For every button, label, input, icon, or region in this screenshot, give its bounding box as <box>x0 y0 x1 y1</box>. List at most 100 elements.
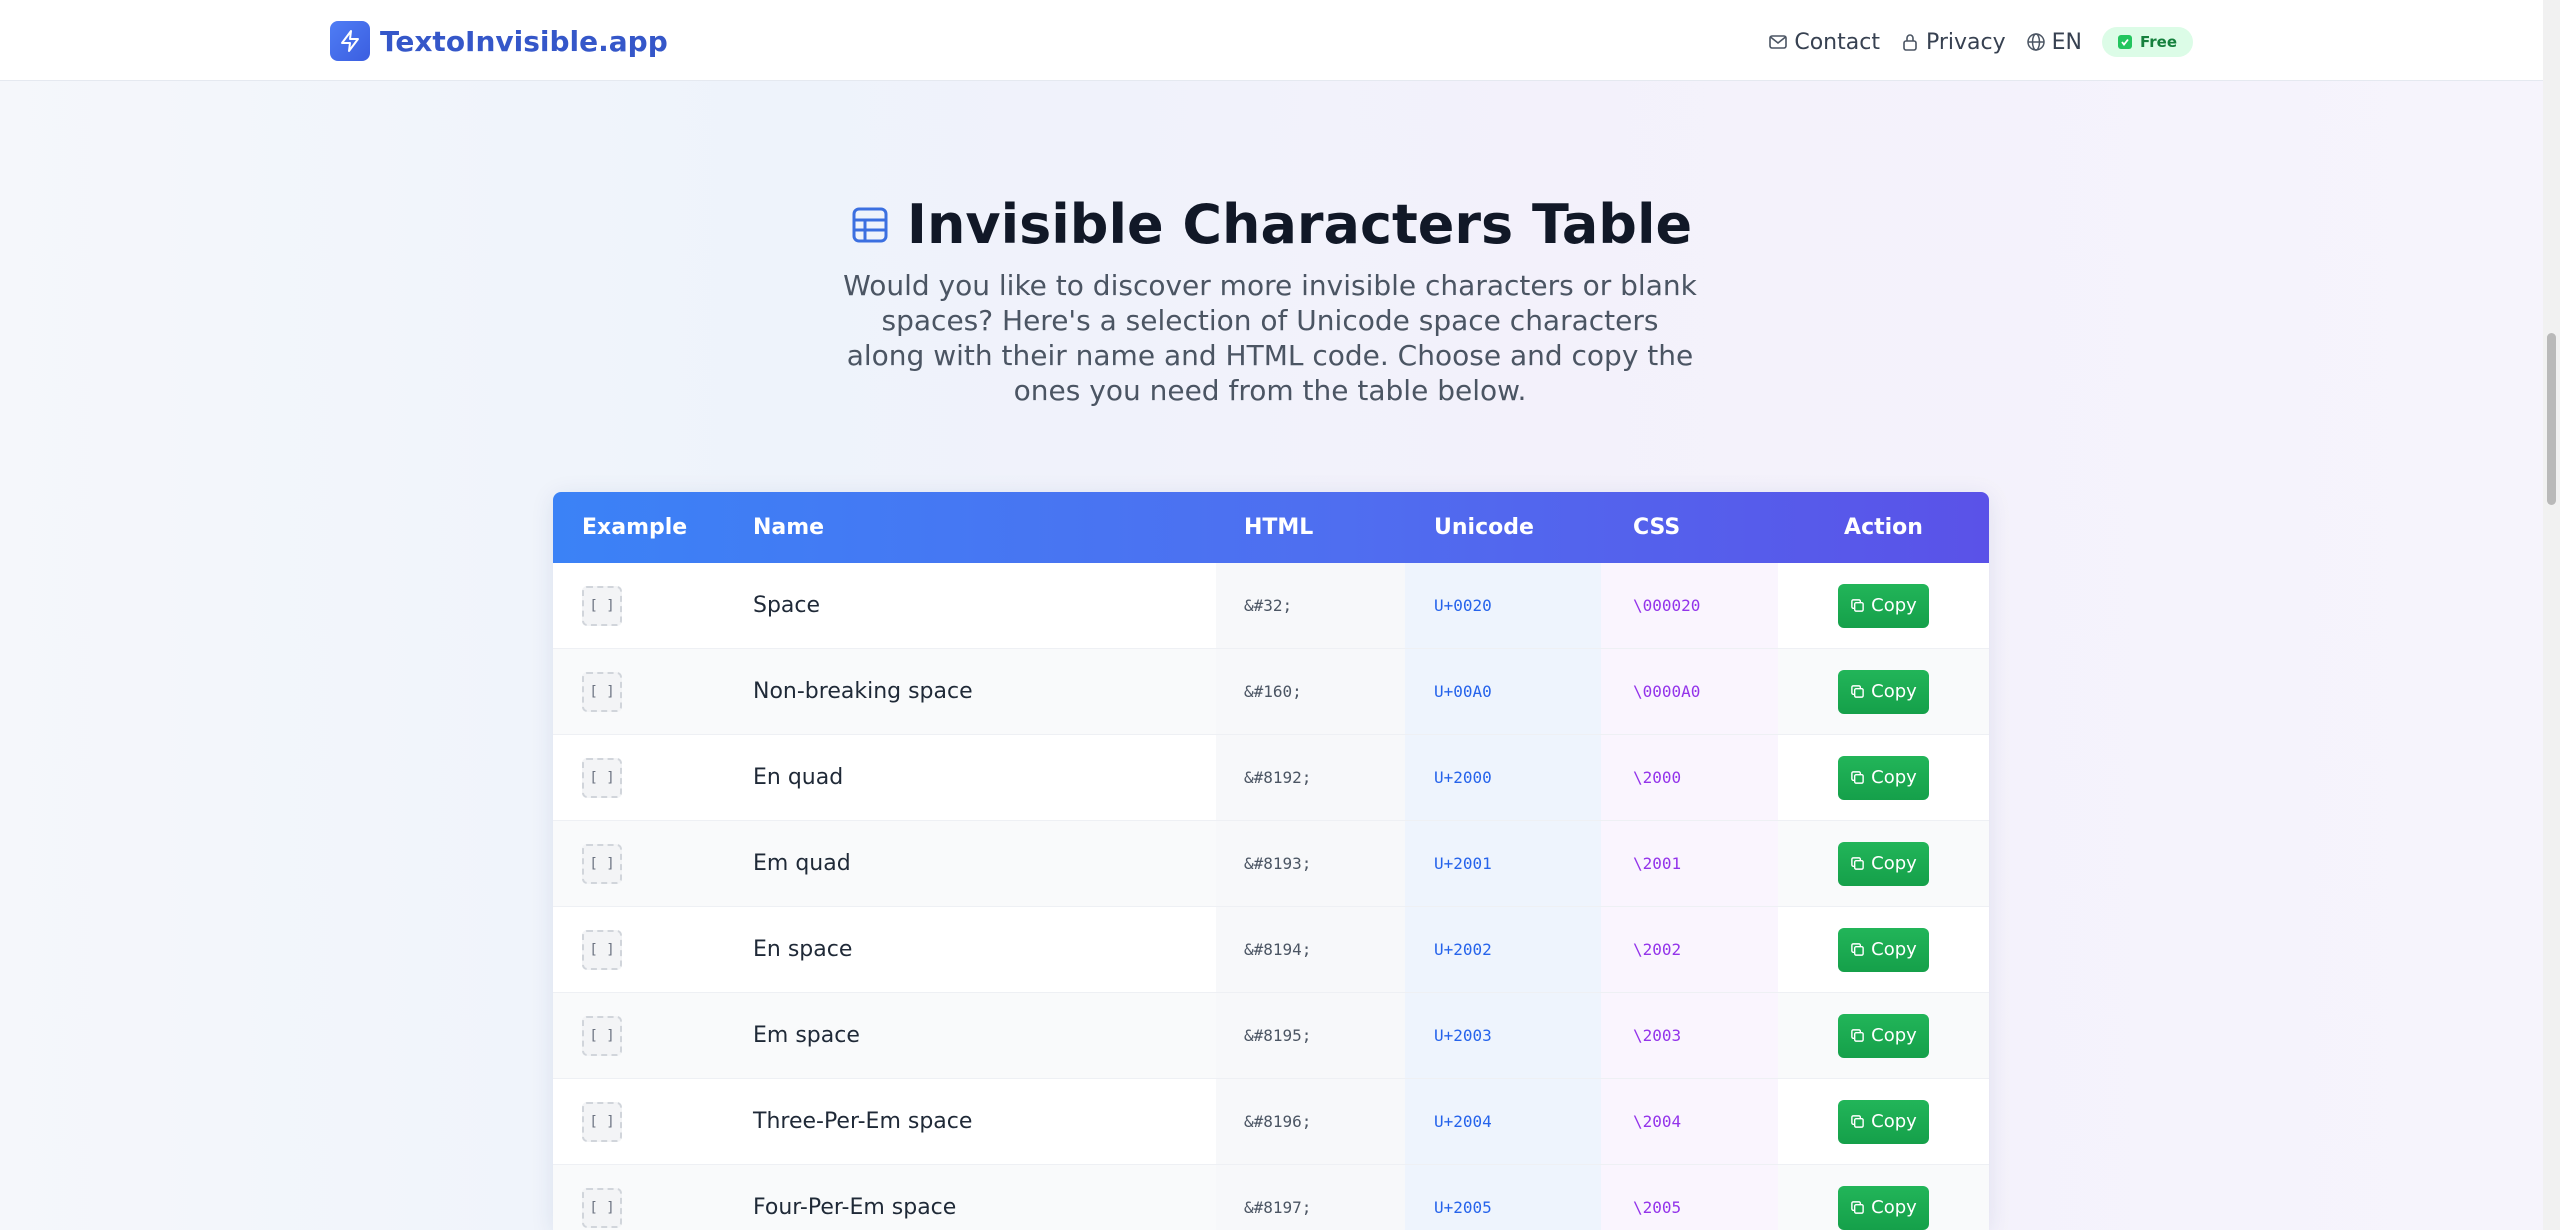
copy-button[interactable]: Copy <box>1838 1013 1929 1058</box>
copy-button-label: Copy <box>1871 767 1917 788</box>
copy-icon <box>1851 1201 1864 1214</box>
table-body: [ ] Space &#32; U+0020 \000020 Copy [ ] … <box>553 563 1989 1230</box>
invisible-characters-table: Example Name HTML Unicode CSS Action [ ]… <box>553 492 1989 1230</box>
table-row: [ ] Em space &#8195; U+2003 \2003 Copy <box>553 993 1989 1079</box>
example-preview[interactable]: [ ] <box>582 757 622 798</box>
free-badge-label: Free <box>2139 33 2177 51</box>
table-row: [ ] Three-Per-Em space &#8196; U+2004 \2… <box>553 1079 1989 1165</box>
copy-icon <box>1851 685 1864 698</box>
unicode-code: U+2001 <box>1405 821 1601 906</box>
character-name: En space <box>753 937 853 962</box>
html-code: &#32; <box>1216 563 1405 648</box>
copy-button-label: Copy <box>1871 853 1917 874</box>
html-code: &#8192; <box>1216 735 1405 820</box>
unicode-code: U+2005 <box>1405 1165 1601 1230</box>
column-header-name: Name <box>753 515 825 540</box>
table-icon <box>852 207 888 243</box>
globe-icon <box>2026 33 2045 51</box>
column-header-html: HTML <box>1244 515 1314 540</box>
character-name: Em quad <box>753 851 851 876</box>
copy-button-label: Copy <box>1871 681 1917 702</box>
unicode-code: U+2004 <box>1405 1079 1601 1164</box>
html-code: &#8195; <box>1216 993 1405 1078</box>
character-name: Em space <box>753 1023 860 1048</box>
language-label: EN <box>2051 29 2082 55</box>
css-code: \2002 <box>1601 907 1778 992</box>
example-preview[interactable]: [ ] <box>582 1101 622 1142</box>
nav-contact-link[interactable]: Contact <box>1768 30 1880 55</box>
css-code: \0000A0 <box>1601 649 1778 734</box>
html-code: &#8196; <box>1216 1079 1405 1164</box>
css-code: \2005 <box>1601 1165 1778 1230</box>
header-nav: Contact Privacy EN Free <box>1768 22 2193 62</box>
character-name: Four-Per-Em space <box>753 1195 957 1220</box>
copy-icon <box>1851 1115 1864 1128</box>
example-preview[interactable]: [ ] <box>582 1187 622 1228</box>
css-code: \2000 <box>1601 735 1778 820</box>
character-name: Three-Per-Em space <box>753 1109 973 1134</box>
unicode-code: U+00A0 <box>1405 649 1601 734</box>
unicode-code: U+0020 <box>1405 563 1601 648</box>
example-preview[interactable]: [ ] <box>582 843 622 884</box>
character-name: En quad <box>753 765 844 790</box>
copy-button[interactable]: Copy <box>1838 583 1929 628</box>
unicode-code: U+2003 <box>1405 993 1601 1078</box>
table-row: [ ] Space &#32; U+0020 \000020 Copy <box>553 563 1989 649</box>
copy-button[interactable]: Copy <box>1838 841 1929 886</box>
css-code: \2004 <box>1601 1079 1778 1164</box>
language-selector[interactable]: EN <box>2026 30 2082 55</box>
copy-icon <box>1851 943 1864 956</box>
nav-privacy-label: Privacy <box>1925 29 2006 55</box>
character-name: Non-breaking space <box>753 679 973 704</box>
copy-button[interactable]: Copy <box>1838 755 1929 800</box>
table-row: [ ] En quad &#8192; U+2000 \2000 Copy <box>553 735 1989 821</box>
example-preview[interactable]: [ ] <box>582 671 622 712</box>
copy-icon <box>1851 771 1864 784</box>
character-name: Space <box>753 593 821 618</box>
top-navigation-bar: TextoInvisible.app Contact Privacy EN Fr… <box>0 0 2543 81</box>
copy-button[interactable]: Copy <box>1838 927 1929 972</box>
copy-button-label: Copy <box>1871 1197 1917 1218</box>
column-header-css: CSS <box>1633 515 1681 540</box>
table-row: [ ] En space &#8194; U+2002 \2002 Copy <box>553 907 1989 993</box>
mail-icon <box>1769 35 1788 49</box>
section-heading: Invisible Characters Table <box>0 192 2543 258</box>
copy-icon <box>1851 599 1864 612</box>
example-preview[interactable]: [ ] <box>582 1015 622 1056</box>
brand-name-link[interactable]: TextoInvisible.app <box>380 22 668 62</box>
lock-icon <box>1903 34 1917 51</box>
logo-lightning-icon[interactable] <box>330 21 370 61</box>
html-code: &#160; <box>1216 649 1405 734</box>
html-code: &#8193; <box>1216 821 1405 906</box>
column-header-unicode: Unicode <box>1434 515 1534 540</box>
nav-privacy-link[interactable]: Privacy <box>1900 30 2006 55</box>
page-title: Invisible Characters Table <box>906 193 1693 256</box>
free-badge: Free <box>2101 27 2193 57</box>
copy-button[interactable]: Copy <box>1838 1099 1929 1144</box>
copy-icon <box>1851 857 1864 870</box>
example-preview[interactable]: [ ] <box>582 585 622 626</box>
copy-button-label: Copy <box>1871 1025 1917 1046</box>
example-preview[interactable]: [ ] <box>582 929 622 970</box>
copy-button-label: Copy <box>1871 939 1917 960</box>
table-header-row: Example Name HTML Unicode CSS Action <box>553 492 1989 563</box>
copy-button[interactable]: Copy <box>1838 1185 1929 1230</box>
intro-paragraph: Would you like to discover more invisibl… <box>843 269 1697 407</box>
table-row: [ ] Non-breaking space &#160; U+00A0 \00… <box>553 649 1989 735</box>
copy-button-label: Copy <box>1871 595 1917 616</box>
unicode-code: U+2002 <box>1405 907 1601 992</box>
nav-contact-label: Contact <box>1794 29 1880 55</box>
css-code: \000020 <box>1601 563 1778 648</box>
copy-button[interactable]: Copy <box>1838 669 1929 714</box>
scrollbar-thumb[interactable] <box>2547 333 2556 505</box>
copy-button-label: Copy <box>1871 1111 1917 1132</box>
column-header-action: Action <box>1844 515 1923 540</box>
unicode-code: U+2000 <box>1405 735 1601 820</box>
column-header-example: Example <box>582 515 688 540</box>
table-row: [ ] Four-Per-Em space &#8197; U+2005 \20… <box>553 1165 1989 1230</box>
html-code: &#8197; <box>1216 1165 1405 1230</box>
check-icon <box>2117 35 2132 49</box>
page-scrollbar[interactable] <box>2543 0 2560 1230</box>
html-code: &#8194; <box>1216 907 1405 992</box>
css-code: \2003 <box>1601 993 1778 1078</box>
